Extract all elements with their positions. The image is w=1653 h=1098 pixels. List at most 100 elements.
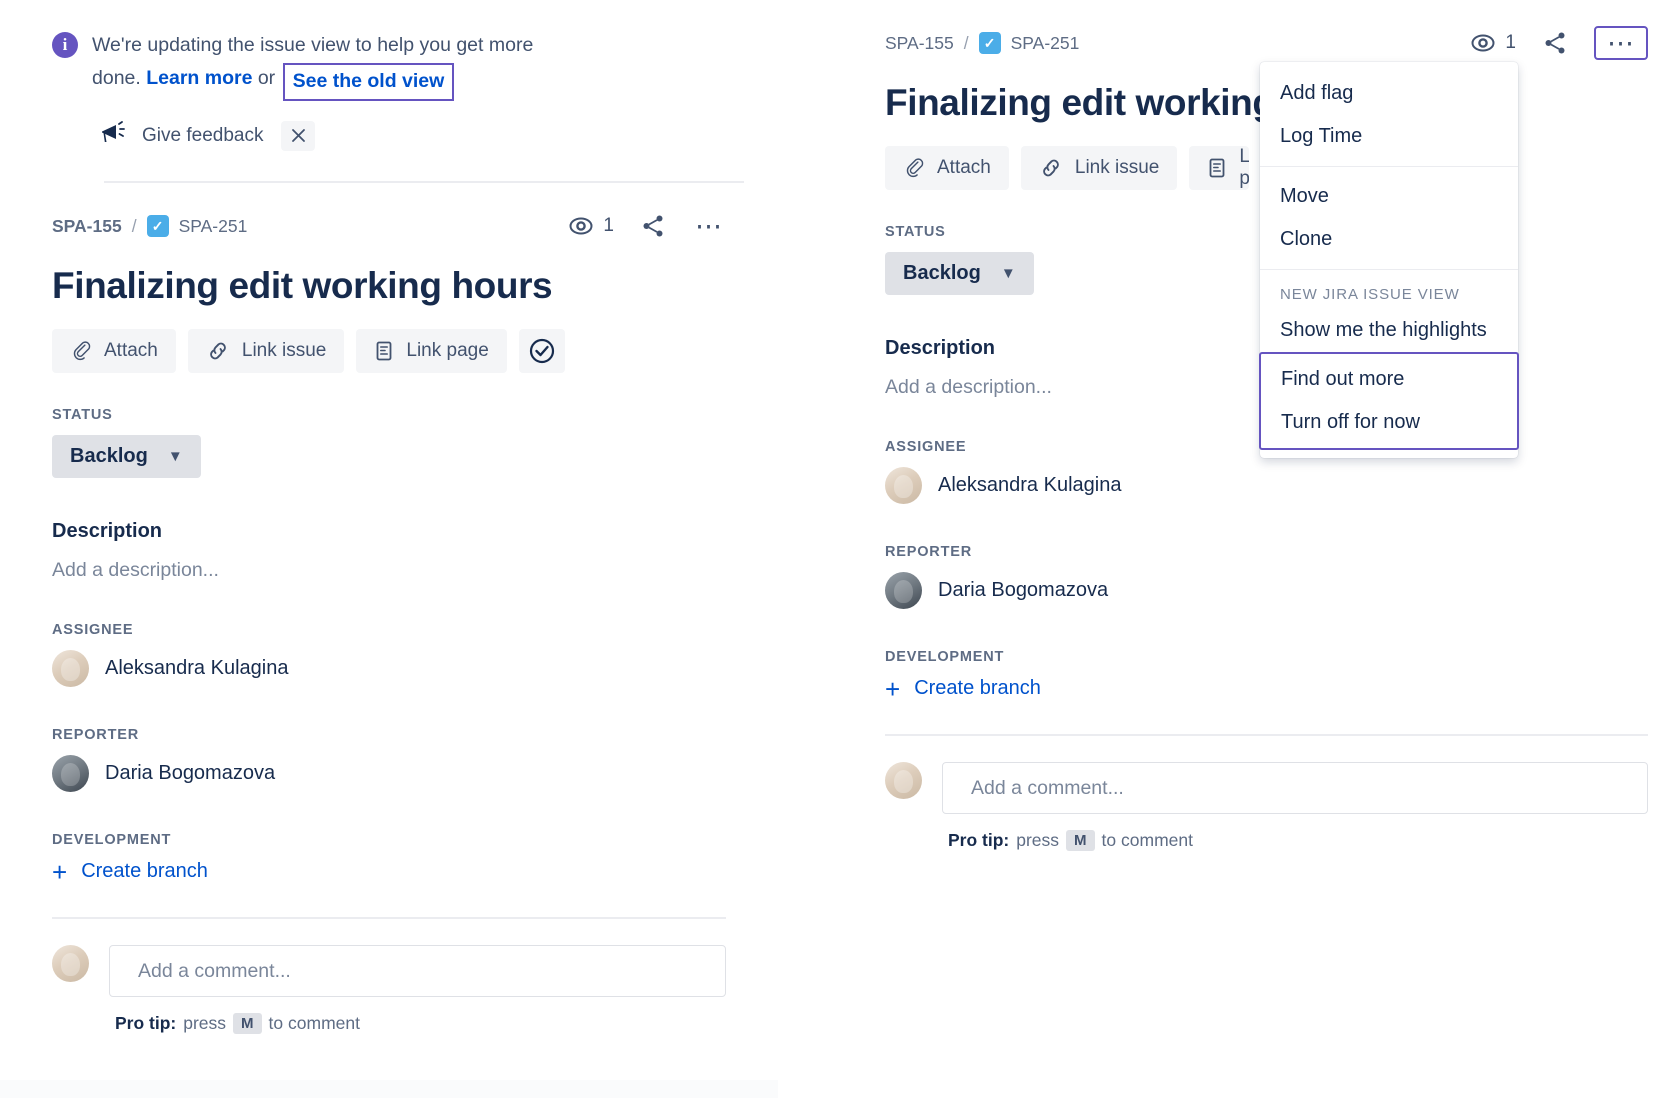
reporter-name: Daria Bogomazova [105,762,276,784]
breadcrumb-current-link[interactable]: SPA-251 [179,216,248,237]
menu-item-move[interactable]: Move [1260,175,1518,218]
comment-divider [885,734,1648,736]
check-circle-icon[interactable] [518,329,565,373]
share-icon [643,215,663,237]
assignee-value[interactable]: Aleksandra Kulagina [52,650,726,687]
link-icon [1039,157,1063,179]
description-label: Description [52,520,163,542]
comment-input[interactable]: Add a comment... [942,762,1648,814]
close-banner-button[interactable] [281,120,316,151]
create-branch-label: Create branch [914,677,1041,699]
breadcrumb-current-link[interactable]: SPA-251 [1011,33,1080,54]
chevron-down-icon: ▼ [167,448,183,465]
watch-button[interactable]: 1 [568,215,614,237]
banner-line-1: We're updating the issue view to help yo… [92,34,534,56]
create-branch-label: Create branch [81,860,208,882]
megaphone-icon [98,120,128,151]
give-feedback-label: Give feedback [142,124,264,146]
give-feedback-button[interactable]: Give feedback [98,120,263,151]
development-field: DEVELOPMENT + Create branch [885,649,1648,704]
reporter-value[interactable]: Daria Bogomazova [885,572,1648,609]
avatar [885,467,922,504]
panel-bottom-edge [0,1080,778,1098]
protip-text-before: press [183,1013,227,1033]
avatar [52,650,89,687]
more-actions-button[interactable]: ⋯ [1594,26,1648,60]
link-issue-label: Link issue [1074,157,1160,178]
eye-icon [569,217,593,235]
share-button[interactable] [636,209,670,243]
info-icon: i [52,32,78,58]
assignee-name: Aleksandra Kulagina [105,657,289,679]
attach-button[interactable]: Attach [52,329,176,373]
plus-icon: + [885,673,901,704]
breadcrumb: SPA-155 / ✓ SPA-251 [52,215,247,237]
comment-protip: Pro tip: press M to comment [948,830,1648,851]
description-input[interactable]: Add a description... [52,559,726,582]
link-page-button[interactable]: Link page [356,329,507,373]
reporter-name: Daria Bogomazova [938,579,1109,601]
link-page-button[interactable]: Link page [1189,146,1250,190]
menu-item-show-me-the-highlights[interactable]: Show me the highlights [1260,309,1518,352]
reporter-value[interactable]: Daria Bogomazova [52,755,726,792]
comment-input[interactable]: Add a comment... [109,945,726,997]
link-issue-label: Link issue [241,340,327,361]
reporter-field: REPORTER Daria Bogomazova [52,727,726,792]
menu-item-clone[interactable]: Clone [1260,218,1518,261]
banner-divider [104,181,744,183]
plus-icon: + [52,856,68,887]
banner-message: We're updating the issue view to help yo… [92,30,534,101]
share-button[interactable] [1538,26,1572,60]
watch-button[interactable]: 1 [1470,32,1516,54]
banner-line-2-prefix: done. [92,67,147,89]
more-actions-button[interactable]: ⋯ [692,209,726,243]
menu-item-turn-off-for-now[interactable]: Turn off for now [1261,401,1517,444]
assignee-label: ASSIGNEE [52,622,134,638]
paperclip-icon [70,340,92,362]
breadcrumb-parent-link[interactable]: SPA-155 [885,33,954,54]
link-issue-button[interactable]: Link issue [1020,146,1178,190]
status-label: STATUS [52,407,113,423]
breadcrumb-parent-link[interactable]: SPA-155 [52,216,122,237]
menu-separator [1260,269,1518,270]
status-value: Backlog [903,262,981,284]
protip-text-before: press [1016,830,1060,850]
protip-key: M [233,1013,262,1034]
attach-button[interactable]: Attach [885,146,1009,190]
menu-section-heading: NEW JIRA ISSUE VIEW [1280,286,1460,303]
protip-bold: Pro tip: [948,830,1010,850]
create-branch-button[interactable]: + Create branch [52,856,726,887]
issue-toolbar: Attach Link issue [52,329,726,373]
see-old-view-highlight: See the old view [282,63,455,101]
menu-item-find-out-more[interactable]: Find out more [1261,358,1517,401]
eye-icon [1471,34,1495,52]
page-title: Finalizing edit working hours [52,265,553,306]
breadcrumb-separator: / [131,215,137,236]
see-the-old-view-link[interactable]: See the old view [293,70,445,92]
protip-key: M [1066,830,1095,851]
reporter-label: REPORTER [52,727,139,743]
breadcrumb: SPA-155 / ✓ SPA-251 [885,32,1079,54]
status-field: STATUS Backlog ▼ [52,407,726,478]
close-icon [292,129,305,142]
menu-item-log-time[interactable]: Log Time [1260,115,1518,158]
comment-composer: Add a comment... Pro tip: press M to com… [885,762,1648,851]
task-check-icon: ✓ [978,32,1001,54]
avatar [885,572,922,609]
left-issue-panel: i We're updating the issue view to help … [0,0,778,1098]
menu-item-add-flag[interactable]: Add flag [1260,72,1518,115]
learn-more-link[interactable]: Learn more [146,67,252,89]
link-page-label: Link page [406,340,489,361]
link-issue-button[interactable]: Link issue [187,329,345,373]
link-icon [206,340,230,362]
protip-text-after: to comment [1101,830,1193,850]
reporter-label: REPORTER [885,544,972,560]
status-dropdown[interactable]: Backlog ▼ [885,252,1034,295]
avatar [52,755,89,792]
create-branch-button[interactable]: + Create branch [885,673,1648,704]
status-dropdown[interactable]: Backlog ▼ [52,435,201,478]
development-label: DEVELOPMENT [52,832,172,848]
status-value: Backlog [70,445,148,467]
assignee-value[interactable]: Aleksandra Kulagina [885,467,1648,504]
assignee-field: ASSIGNEE Aleksandra Kulagina [52,622,726,687]
